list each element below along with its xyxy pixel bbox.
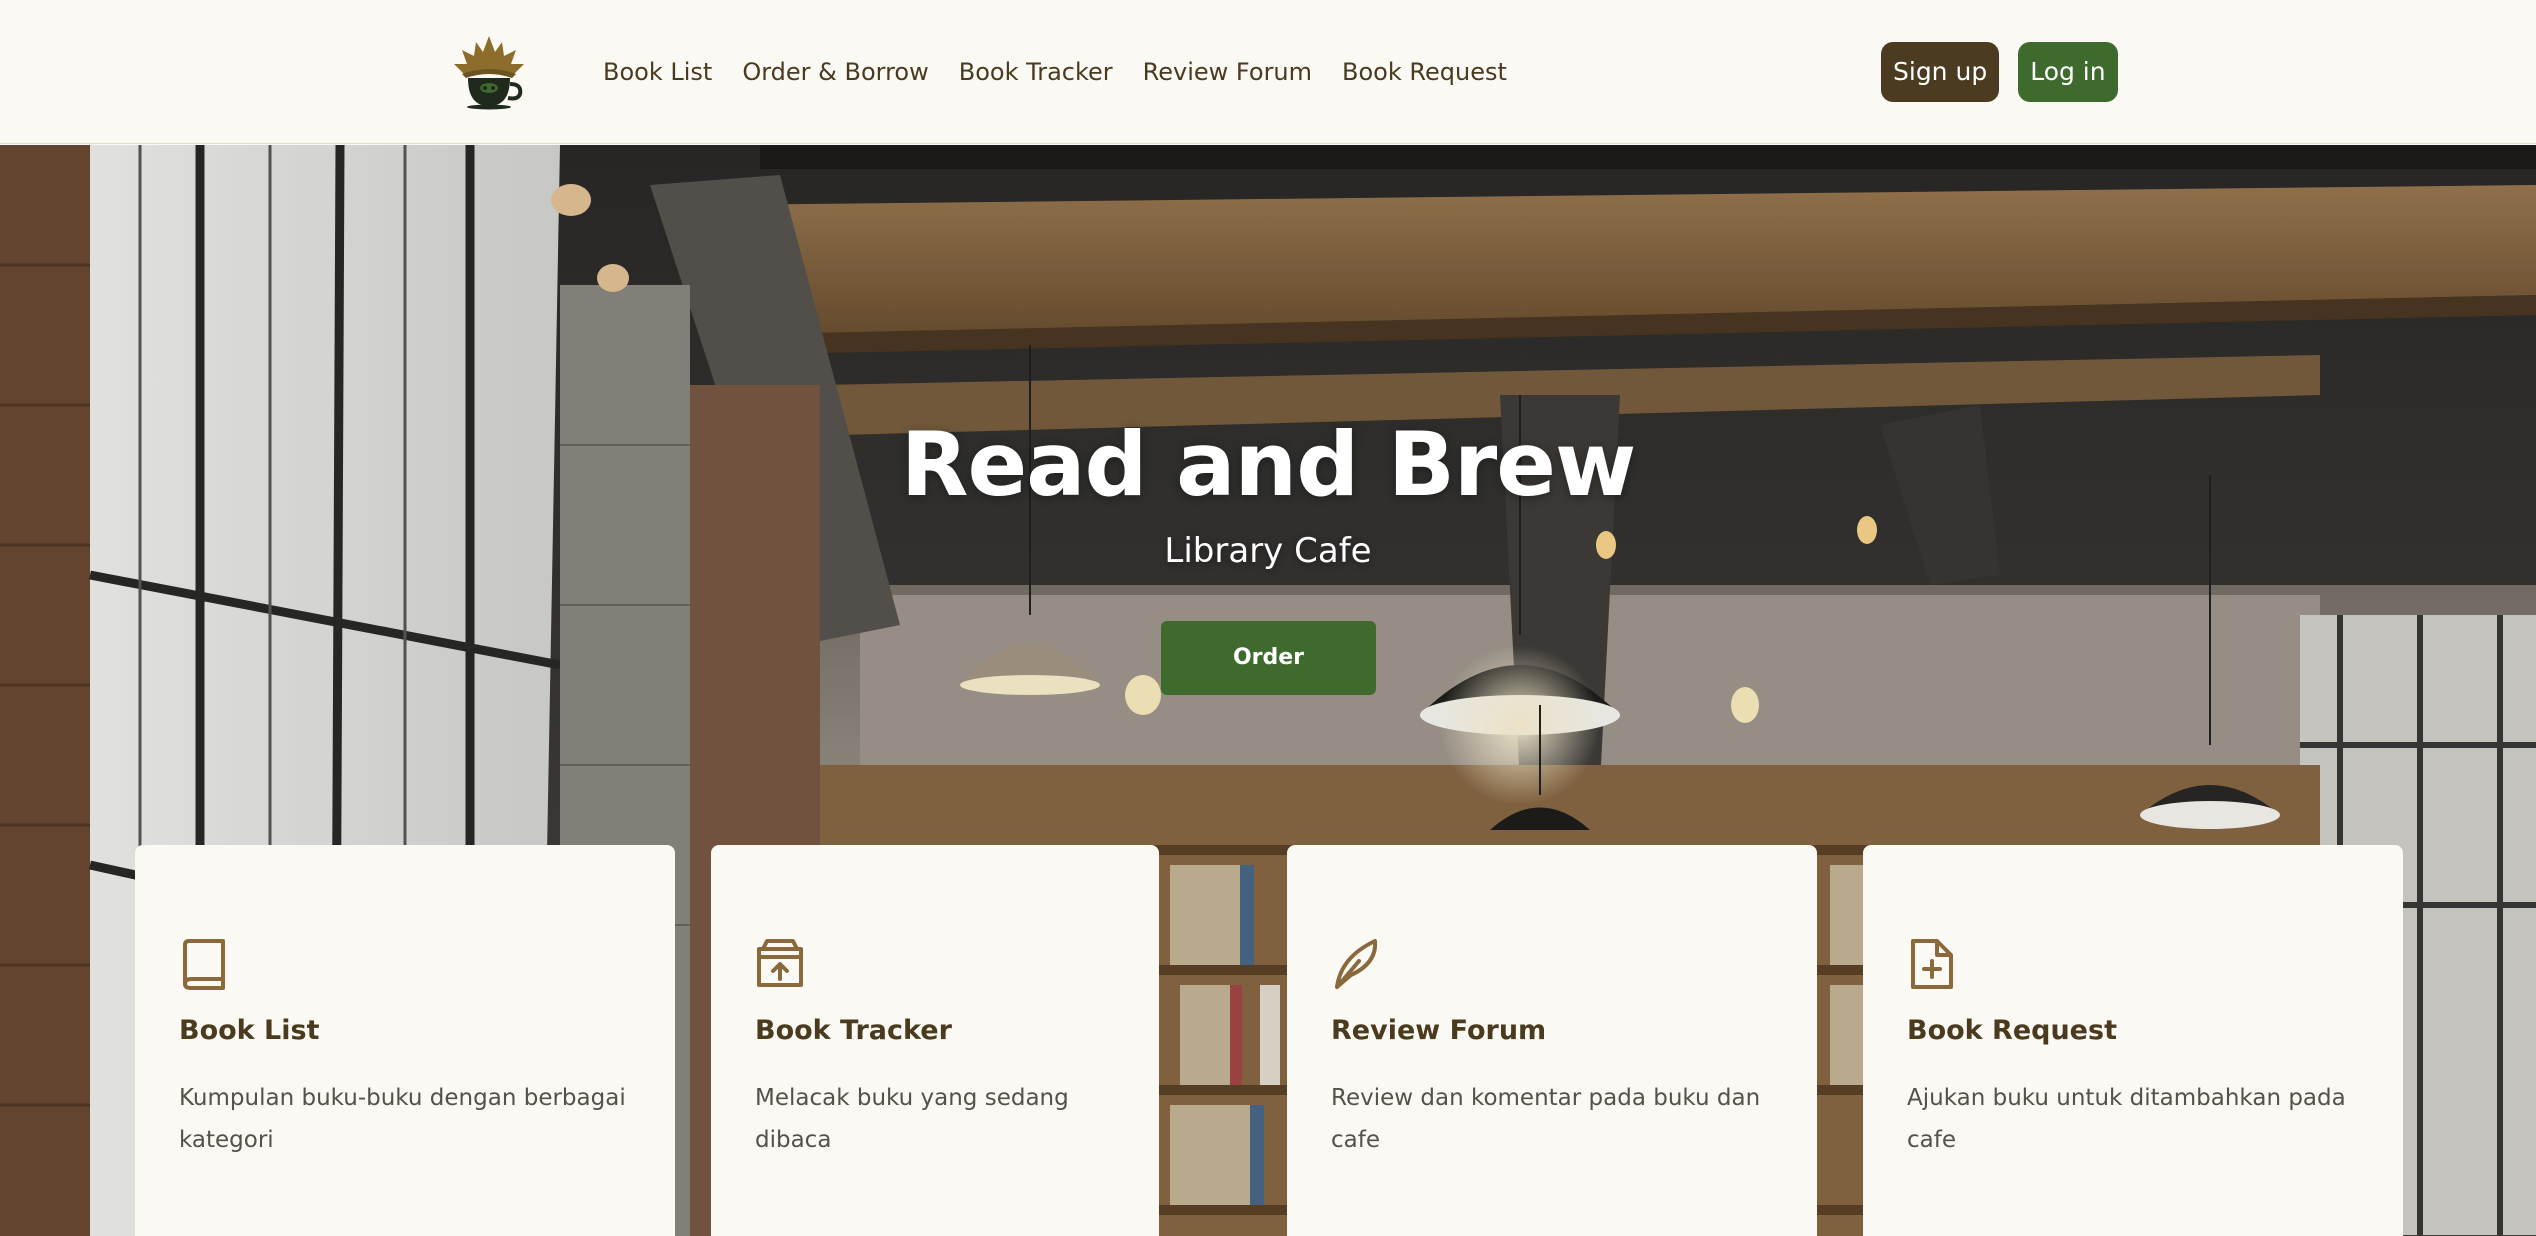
auth-buttons: Sign up Log in <box>1881 42 2118 102</box>
card-description: Review dan komentar pada buku dan cafe <box>1331 1085 1761 1153</box>
hero-subtitle: Library Cafe <box>1164 531 1372 571</box>
feature-card-review-forum[interactable]: Review Forum Review dan komentar pada bu… <box>1287 845 1817 1236</box>
nav-link-review-forum[interactable]: Review Forum <box>1143 52 1312 92</box>
feature-card-book-request[interactable]: Book Request Ajukan buku untuk ditambahk… <box>1863 845 2403 1236</box>
archive-upload-icon <box>755 937 805 991</box>
card-description: Melacak buku yang sedang dibaca <box>755 1085 1069 1153</box>
card-title: Book Request <box>1907 1015 2117 1046</box>
card-description: Kumpulan buku-buku dengan berbagai kateg… <box>179 1085 626 1153</box>
logo-icon[interactable] <box>452 34 526 110</box>
card-title: Book Tracker <box>755 1015 952 1046</box>
nav-link-order-borrow[interactable]: Order & Borrow <box>742 52 928 92</box>
card-title: Book List <box>179 1015 320 1046</box>
file-plus-icon <box>1907 937 1957 991</box>
nav-link-book-request[interactable]: Book Request <box>1342 52 1507 92</box>
book-icon <box>179 937 229 991</box>
navbar: Book List Order & Borrow Book Tracker Re… <box>0 0 2536 144</box>
login-button[interactable]: Log in <box>2018 42 2118 102</box>
order-button[interactable]: Order <box>1161 621 1376 695</box>
signup-button[interactable]: Sign up <box>1881 42 2000 102</box>
hero-title: Read and Brew <box>900 413 1637 516</box>
feature-card-book-tracker[interactable]: Book Tracker Melacak buku yang sedang di… <box>711 845 1159 1236</box>
nav-link-book-tracker[interactable]: Book Tracker <box>959 52 1113 92</box>
feature-card-book-list[interactable]: Book List Kumpulan buku-buku dengan berb… <box>135 845 675 1236</box>
nav-links: Book List Order & Borrow Book Tracker Re… <box>603 52 1537 92</box>
nav-link-book-list[interactable]: Book List <box>603 52 712 92</box>
feather-icon <box>1331 937 1381 991</box>
card-title: Review Forum <box>1331 1015 1547 1046</box>
card-description: Ajukan buku untuk ditambahkan pada cafe <box>1907 1085 2346 1153</box>
